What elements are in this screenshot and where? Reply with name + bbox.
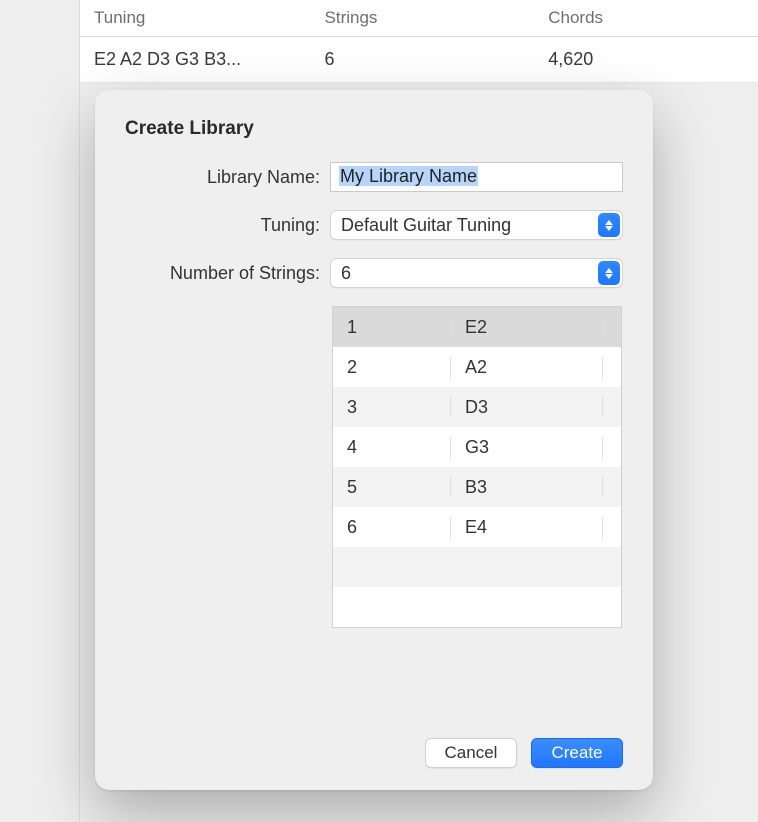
string-index: 1 xyxy=(333,317,451,338)
string-note: D3 xyxy=(451,397,603,418)
string-index: 5 xyxy=(333,477,451,498)
dialog-title: Create Library xyxy=(125,118,623,140)
table-row[interactable]: 1 E2 xyxy=(333,307,621,347)
chevron-up-down-icon xyxy=(598,261,620,285)
tuning-popup[interactable]: Default Guitar Tuning xyxy=(330,210,623,240)
table-row[interactable] xyxy=(333,587,621,627)
string-note: E2 xyxy=(451,317,603,338)
cancel-button[interactable]: Cancel xyxy=(425,738,517,768)
string-index: 3 xyxy=(333,397,451,418)
string-note: A2 xyxy=(451,357,603,378)
label-library-name: Library Name: xyxy=(125,167,320,188)
dialog-button-row: Cancel Create xyxy=(425,738,623,768)
col-header-chords[interactable]: Chords xyxy=(534,0,758,37)
library-table: Tuning Strings Chords E2 A2 D3 G3 B3... … xyxy=(80,0,758,83)
chevron-up-down-icon xyxy=(598,213,620,237)
create-button[interactable]: Create xyxy=(531,738,623,768)
row-num-strings: Number of Strings: 6 xyxy=(125,258,623,288)
string-index: 6 xyxy=(333,517,451,538)
string-note: B3 xyxy=(451,477,603,498)
table-row[interactable] xyxy=(333,547,621,587)
num-strings-value: 6 xyxy=(341,263,351,284)
table-row[interactable]: 4 G3 xyxy=(333,427,621,467)
cell-tuning: E2 A2 D3 G3 B3... xyxy=(80,37,311,83)
string-note: E4 xyxy=(451,517,603,538)
cell-strings: 6 xyxy=(311,37,535,83)
library-name-input[interactable]: My Library Name xyxy=(330,162,623,192)
label-num-strings: Number of Strings: xyxy=(125,263,320,284)
bg-margin-left xyxy=(0,0,80,822)
table-row[interactable]: 2 A2 xyxy=(333,347,621,387)
table-row[interactable]: 6 E4 xyxy=(333,507,621,547)
string-index: 4 xyxy=(333,437,451,458)
cell-chords: 4,620 xyxy=(534,37,758,83)
create-library-dialog: Create Library Library Name: My Library … xyxy=(95,90,653,790)
string-index: 2 xyxy=(333,357,451,378)
col-header-tuning[interactable]: Tuning xyxy=(80,0,311,37)
col-header-strings[interactable]: Strings xyxy=(311,0,535,37)
row-library-name: Library Name: My Library Name xyxy=(125,162,623,192)
table-row[interactable]: 5 B3 xyxy=(333,467,621,507)
table-row[interactable]: 3 D3 xyxy=(333,387,621,427)
string-note: G3 xyxy=(451,437,603,458)
label-tuning: Tuning: xyxy=(125,215,320,236)
strings-table[interactable]: 1 E2 2 A2 3 D3 4 G3 5 B3 6 E4 xyxy=(332,306,622,628)
table-row[interactable]: E2 A2 D3 G3 B3... 6 4,620 xyxy=(80,37,758,83)
background-table: Tuning Strings Chords E2 A2 D3 G3 B3... … xyxy=(80,0,758,83)
num-strings-popup[interactable]: 6 xyxy=(330,258,623,288)
tuning-value: Default Guitar Tuning xyxy=(341,215,511,236)
row-tuning: Tuning: Default Guitar Tuning xyxy=(125,210,623,240)
